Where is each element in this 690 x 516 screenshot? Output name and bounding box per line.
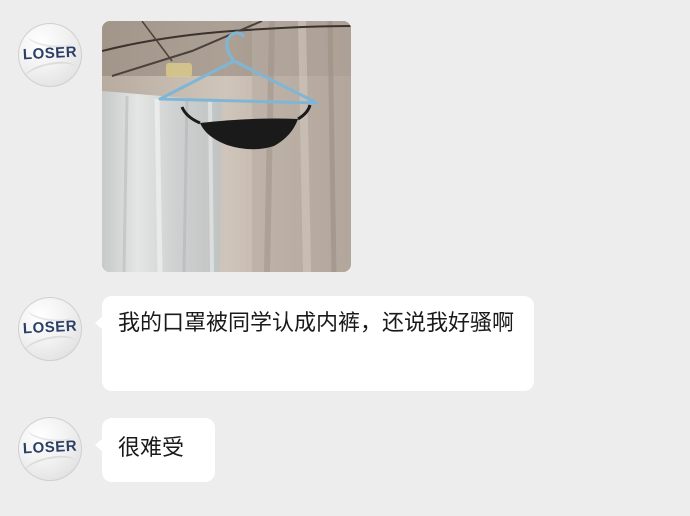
hanger-photo-icon [102, 21, 351, 272]
avatar-label: LOSER [22, 43, 78, 64]
avatar[interactable]: LOSER [18, 23, 82, 87]
avatar-label: LOSER [22, 317, 78, 338]
text-message-bubble[interactable]: 我的口罩被同学认成内裤，还说我好骚啊 [95, 296, 534, 391]
text-message-bubble[interactable]: 很难受 [95, 418, 215, 482]
avatar[interactable]: LOSER [18, 417, 82, 481]
avatar-label: LOSER [22, 437, 78, 458]
avatar[interactable]: LOSER [18, 297, 82, 361]
image-message[interactable] [102, 21, 351, 272]
